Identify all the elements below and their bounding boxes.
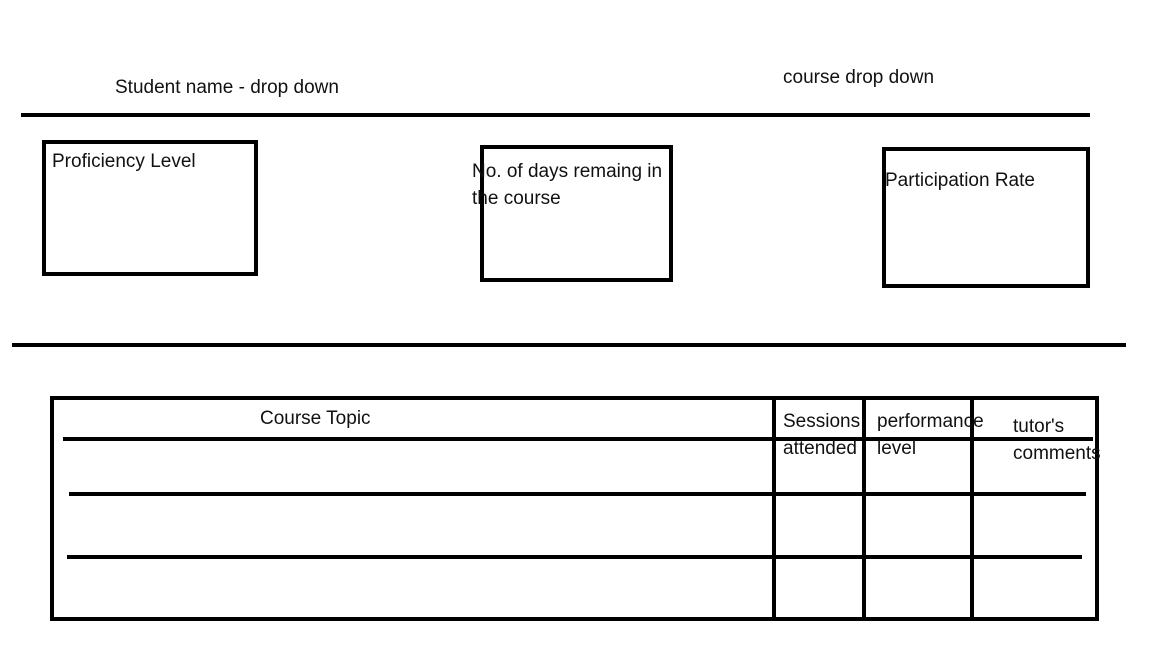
days-remaining-label-line2: the course — [472, 188, 561, 209]
student-name-dropdown-label: Student name - drop down — [115, 77, 339, 98]
header-sessions-attended-line2: attended — [783, 438, 857, 459]
header-tutors-comments-line2: comments — [1013, 443, 1101, 464]
section-divider — [12, 343, 1126, 347]
table-row-divider — [69, 492, 1086, 496]
header-performance-level-line2: level — [877, 438, 917, 459]
table-row-divider — [67, 555, 1082, 559]
header-tutors-comments-line1: tutor's — [1013, 416, 1065, 437]
participation-rate-label: Participation Rate — [885, 170, 1035, 191]
header-sessions-attended-line1: Sessions — [783, 411, 861, 432]
header-course-topic: Course Topic — [260, 408, 371, 429]
column-divider — [772, 396, 776, 621]
header-performance-level-line1: performance — [877, 411, 984, 432]
days-remaining-label-line1: No. of days remaing in — [472, 161, 663, 182]
header-divider — [21, 113, 1090, 117]
table-header-divider — [63, 437, 1093, 441]
course-dropdown-label: course drop down — [783, 67, 935, 88]
column-divider — [862, 396, 866, 621]
proficiency-level-label: Proficiency Level — [52, 151, 196, 172]
